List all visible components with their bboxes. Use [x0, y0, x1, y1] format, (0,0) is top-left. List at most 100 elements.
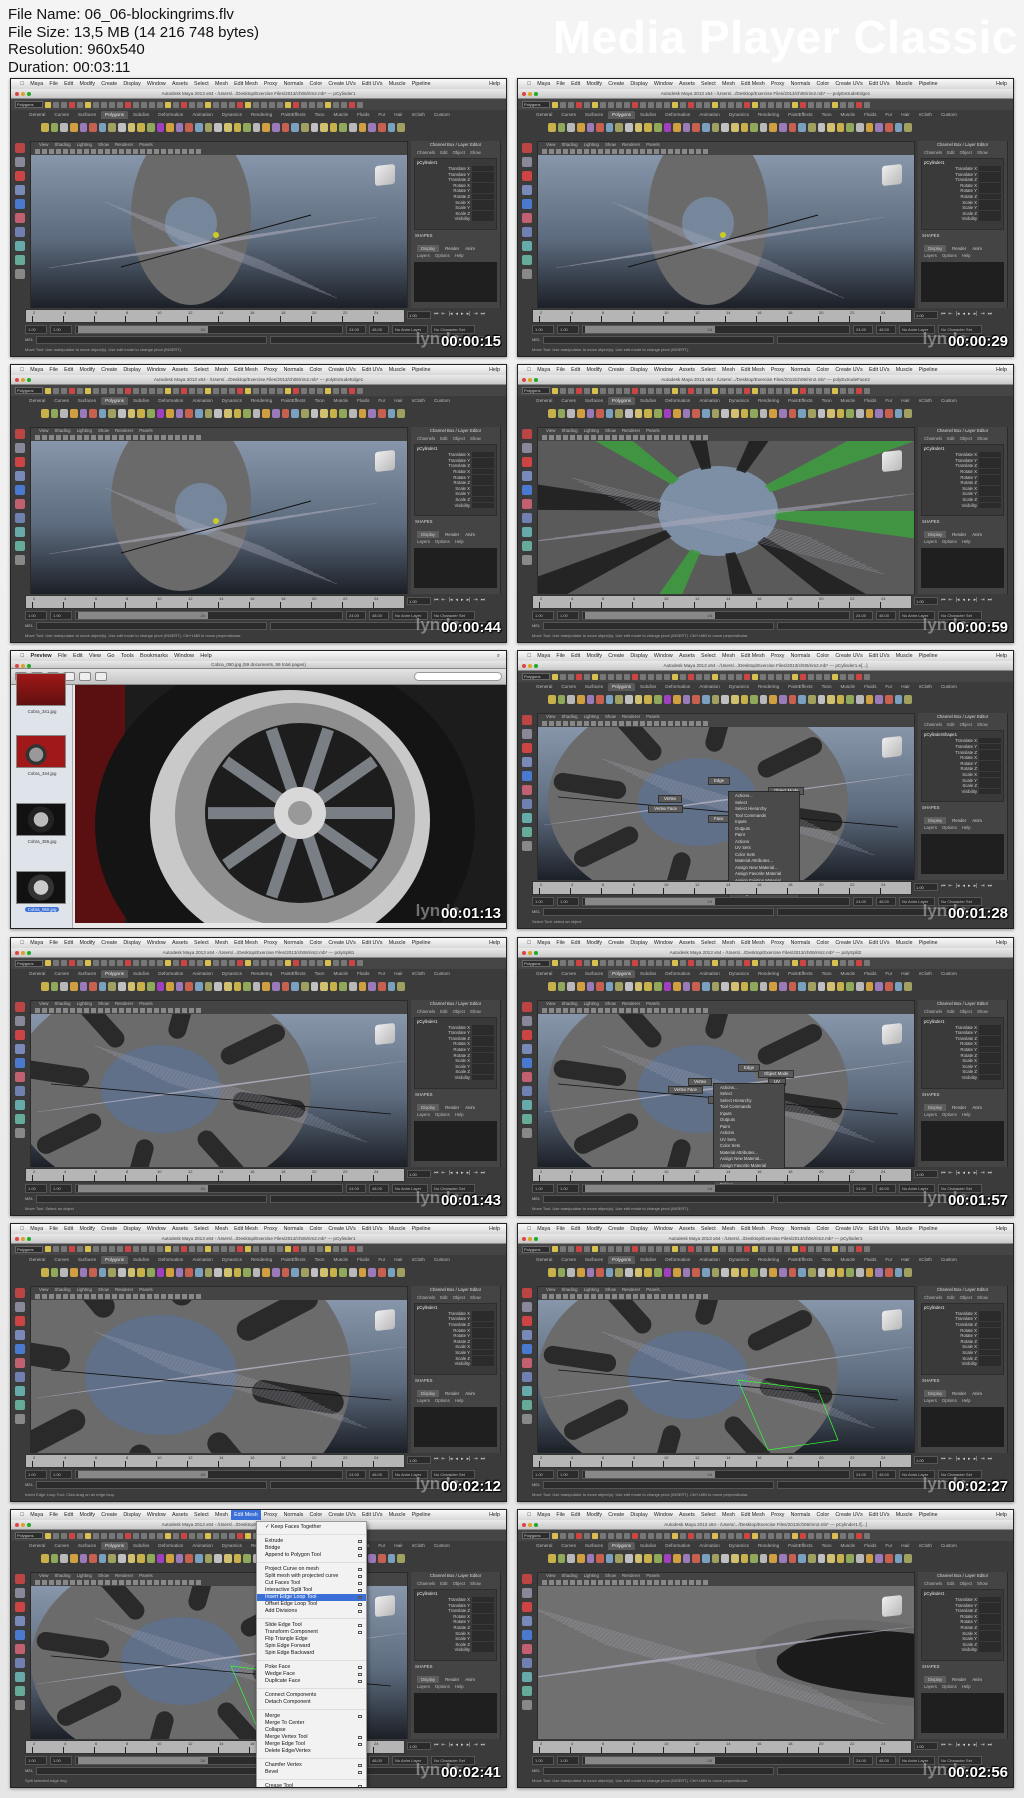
lasso-tool-icon[interactable] [15, 1015, 25, 1026]
shelf-tool-icon[interactable] [798, 123, 806, 132]
status-line-icon[interactable] [728, 1532, 734, 1539]
status-line-icon[interactable] [616, 387, 622, 394]
menu-proxy[interactable]: Proxy [768, 1510, 788, 1520]
channel-value-field[interactable] [979, 1641, 1001, 1647]
panel-toolbar-icon[interactable] [689, 1580, 694, 1585]
status-line-icon[interactable] [672, 673, 678, 680]
video-frame-thumbnail[interactable]: MayaFileEditModifyCreateDisplayWindowAs… [10, 364, 507, 644]
shelf-tool-icon[interactable] [98, 1267, 107, 1277]
menu-edit-mesh[interactable]: Edit Mesh [231, 79, 261, 89]
rotate-tool-icon[interactable] [15, 199, 25, 209]
minimize-button[interactable] [528, 378, 532, 383]
shelf-tool-icon[interactable] [875, 1267, 883, 1277]
shelf-tool-icon[interactable] [50, 123, 59, 132]
panel-toolbar-icon[interactable] [584, 721, 589, 727]
menu-edit-mesh[interactable]: Edit Mesh [738, 79, 768, 89]
status-line-icon[interactable] [45, 960, 51, 967]
menu-assets[interactable]: Assets [676, 1224, 698, 1234]
shelf-tool-icon[interactable] [69, 123, 78, 132]
shelf-tool-icon[interactable] [137, 981, 145, 991]
channel-value-field[interactable] [979, 1344, 1001, 1350]
shelf-tool-icon[interactable] [310, 409, 319, 419]
channel-value-field[interactable] [979, 1338, 1001, 1344]
shelf-tool-icon[interactable] [377, 409, 386, 419]
panel-toolbar-icon[interactable] [577, 149, 582, 154]
shelf-tool-icon[interactable] [730, 981, 739, 991]
menu-modify[interactable]: Modify [583, 1510, 605, 1520]
panel-menu-show[interactable]: Show [98, 428, 109, 434]
panel-toolbar-icon[interactable] [556, 1293, 561, 1299]
menu-modify[interactable]: Modify [583, 938, 605, 948]
move-tool-icon[interactable] [522, 1329, 532, 1340]
layer-menu-help[interactable]: Help [962, 824, 971, 831]
play-forward-icon[interactable]: ▸ [461, 1742, 464, 1750]
channel-value-field[interactable] [979, 457, 1001, 463]
status-line-icon[interactable] [640, 101, 646, 108]
shelf-tab-subdivs[interactable]: Subdivs [636, 111, 660, 119]
shelf-tool-icon[interactable] [557, 123, 566, 132]
shelf-tool-icon[interactable] [856, 981, 864, 991]
shelf-tool-icon[interactable] [836, 123, 845, 132]
step-forward-icon[interactable]: ▸| [974, 311, 978, 319]
menu-item[interactable]: Append to Polygon Tool [257, 1552, 366, 1559]
shelf-tool-icon[interactable] [904, 1554, 912, 1563]
shelf-tab-hair[interactable]: Hair [390, 1542, 406, 1550]
channel-value-field[interactable] [472, 1069, 494, 1075]
menu-edit-uvs[interactable]: Edit UVs [866, 1224, 893, 1234]
menu-mesh[interactable]: Mesh [719, 79, 738, 89]
shelf-tool-icon[interactable] [223, 409, 232, 419]
menu-color[interactable]: Color [813, 938, 832, 948]
channel-menu-edit[interactable]: Edit [440, 435, 447, 442]
panel-toolbar-icon[interactable] [42, 435, 47, 441]
play-back-icon[interactable]: ◂ [963, 1170, 966, 1178]
status-line-icon[interactable] [856, 101, 862, 108]
menu-muscle[interactable]: Muscle [893, 1510, 916, 1520]
shelf-tab-fur[interactable]: Fur [881, 970, 896, 978]
menu-help[interactable]: Help [486, 79, 506, 89]
time-slider[interactable]: 24681012141618202224 [532, 309, 912, 323]
go-to-start-icon[interactable]: ⏮ [941, 311, 946, 319]
shelf-tool-icon[interactable] [108, 981, 116, 991]
shelf-tool-icon[interactable] [673, 123, 681, 132]
channel-row[interactable]: Visibility [417, 1647, 494, 1653]
status-line-icon[interactable] [848, 673, 854, 680]
channel-value-field[interactable] [472, 1647, 494, 1653]
menu-item[interactable]: Merge To Center [257, 1720, 366, 1727]
status-line-icon[interactable] [229, 1246, 235, 1253]
range-start-field[interactable]: 1.00 [532, 1183, 554, 1193]
soft-mod-icon[interactable] [522, 241, 532, 251]
panel-toolbar-icon[interactable] [556, 1580, 561, 1585]
panel-menu-panels[interactable]: Panels [646, 1001, 659, 1007]
shelf-tab-toon[interactable]: Toon [311, 397, 329, 405]
status-line-icon[interactable] [197, 1246, 203, 1253]
status-line-icon[interactable] [728, 387, 734, 394]
panel-toolbar-icon[interactable] [91, 1580, 96, 1585]
menu-create-uvs[interactable]: Create UVs [325, 1224, 359, 1234]
status-line-icon[interactable] [149, 1246, 155, 1253]
viewport-3d[interactable] [31, 1299, 407, 1453]
shelf-tool-icon[interactable] [127, 981, 136, 991]
status-line-icon[interactable] [357, 387, 363, 394]
side-tab-strip[interactable] [500, 427, 506, 595]
shelf-tool-icon[interactable] [387, 981, 396, 991]
menu-file[interactable]: File [46, 1224, 61, 1234]
apple-menu-icon[interactable]:  [17, 365, 27, 375]
shelf-tab-rendering[interactable]: Rendering [754, 1542, 783, 1550]
shelf-tool-icon[interactable] [884, 1554, 893, 1563]
status-line-icon[interactable] [608, 101, 614, 108]
shelf-tool-icon[interactable] [692, 123, 700, 132]
menu-maya[interactable]: Maya [27, 938, 46, 948]
shelf-tab-deformation[interactable]: Deformation [154, 397, 187, 405]
shelf-tab-surfaces[interactable]: Surfaces [74, 111, 100, 119]
shelf-tab-curves[interactable]: Curves [557, 683, 580, 691]
shelf-tool-icon[interactable] [817, 1554, 826, 1563]
shelf-tab-surfaces[interactable]: Surfaces [74, 397, 100, 405]
status-line-icon[interactable] [856, 387, 862, 394]
menu-window[interactable]: Window [144, 365, 169, 375]
menu-edit-mesh[interactable]: Edit Mesh [738, 1510, 768, 1520]
menu-muscle[interactable]: Muscle [386, 938, 409, 948]
shelf-tab-custom[interactable]: Custom [937, 1542, 961, 1550]
shelf-tab-polygons[interactable]: Polygons [608, 397, 635, 406]
status-line-icon[interactable] [728, 960, 734, 967]
status-line-icon[interactable] [832, 1246, 838, 1253]
